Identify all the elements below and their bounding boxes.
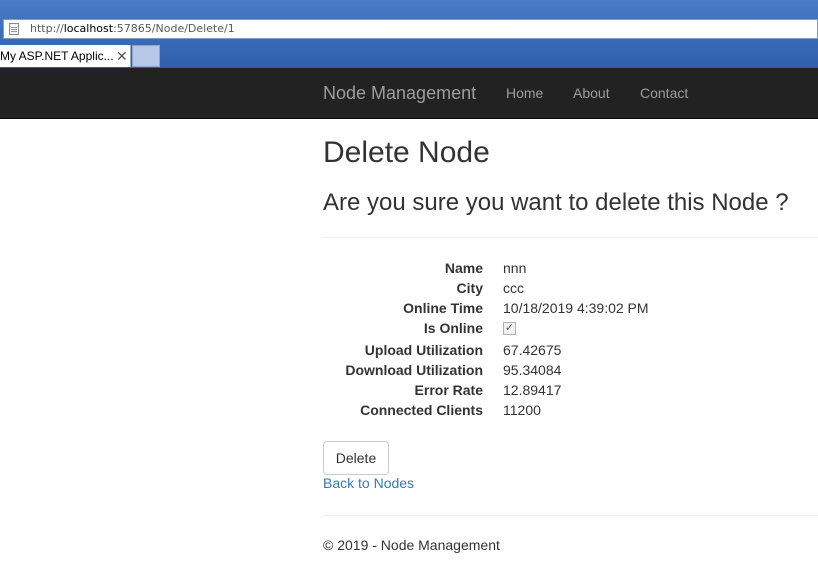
detail-row-error-rate: Error Rate 12.89417 bbox=[323, 380, 818, 400]
is-online-checkbox: ✓ bbox=[503, 322, 516, 335]
tab-strip: My ASP.NET Applic... ✕ bbox=[0, 45, 818, 68]
detail-label: Connected Clients bbox=[360, 402, 483, 418]
new-tab-button[interactable] bbox=[132, 45, 160, 67]
detail-label: Name bbox=[444, 260, 483, 276]
detail-value: 12.89417 bbox=[503, 382, 562, 398]
url-text: http://localhost:57865/Node/Delete/1 bbox=[30, 20, 235, 38]
footer-divider bbox=[323, 515, 818, 516]
nav-link-contact[interactable]: Contact bbox=[640, 68, 688, 118]
navbar: Node Management Home About Contact bbox=[0, 68, 818, 119]
detail-value: 10/18/2019 4:39:02 PM bbox=[503, 300, 649, 316]
back-to-nodes-link[interactable]: Back to Nodes bbox=[323, 475, 414, 491]
page-icon bbox=[9, 23, 19, 35]
divider bbox=[323, 237, 818, 238]
detail-row-online-time: Online Time 10/18/2019 4:39:02 PM bbox=[323, 298, 818, 318]
address-bar[interactable]: http://localhost:57865/Node/Delete/1 bbox=[3, 19, 818, 39]
close-icon[interactable]: ✕ bbox=[116, 45, 128, 67]
detail-row-city: City ccc bbox=[323, 278, 818, 298]
check-icon: ✓ bbox=[504, 322, 515, 334]
detail-label: Upload Utilization bbox=[364, 342, 483, 358]
detail-label: Online Time bbox=[403, 300, 483, 316]
detail-value: 11200 bbox=[503, 402, 541, 418]
detail-label: Download Utilization bbox=[345, 362, 483, 378]
navbar-brand[interactable]: Node Management bbox=[323, 68, 476, 118]
detail-value: 95.34084 bbox=[503, 362, 562, 378]
url-path: :57865/Node/Delete/1 bbox=[113, 22, 235, 35]
detail-row-download: Download Utilization 95.34084 bbox=[323, 360, 818, 380]
delete-button[interactable]: Delete bbox=[323, 441, 389, 475]
detail-value: 67.42675 bbox=[503, 342, 562, 358]
detail-row-is-online: Is Online ✓ bbox=[323, 318, 818, 340]
confirm-question: Are you sure you want to delete this Nod… bbox=[323, 189, 789, 216]
detail-row-upload: Upload Utilization 67.42675 bbox=[323, 340, 818, 360]
nav-link-about[interactable]: About bbox=[573, 68, 610, 118]
footer-text: © 2019 - Node Management bbox=[323, 537, 500, 553]
url-prefix: http:// bbox=[30, 22, 64, 35]
detail-value: nnn bbox=[503, 260, 527, 276]
detail-value: ccc bbox=[503, 280, 524, 296]
browser-chrome: http://localhost:57865/Node/Delete/1 My … bbox=[0, 0, 818, 68]
detail-row-clients: Connected Clients 11200 bbox=[323, 400, 818, 420]
page-title: Delete Node bbox=[323, 136, 490, 169]
detail-row-name: Name nnn bbox=[323, 258, 818, 278]
detail-label: Is Online bbox=[423, 320, 483, 336]
url-host: localhost bbox=[63, 22, 114, 35]
detail-label: City bbox=[456, 280, 483, 296]
browser-tab[interactable]: My ASP.NET Applic... ✕ bbox=[0, 45, 131, 67]
nav-link-home[interactable]: Home bbox=[506, 68, 543, 118]
detail-label: Error Rate bbox=[414, 382, 483, 398]
tab-title: My ASP.NET Applic... bbox=[0, 49, 114, 63]
details-list: Name nnn City ccc Online Time 10/18/2019… bbox=[323, 258, 818, 420]
